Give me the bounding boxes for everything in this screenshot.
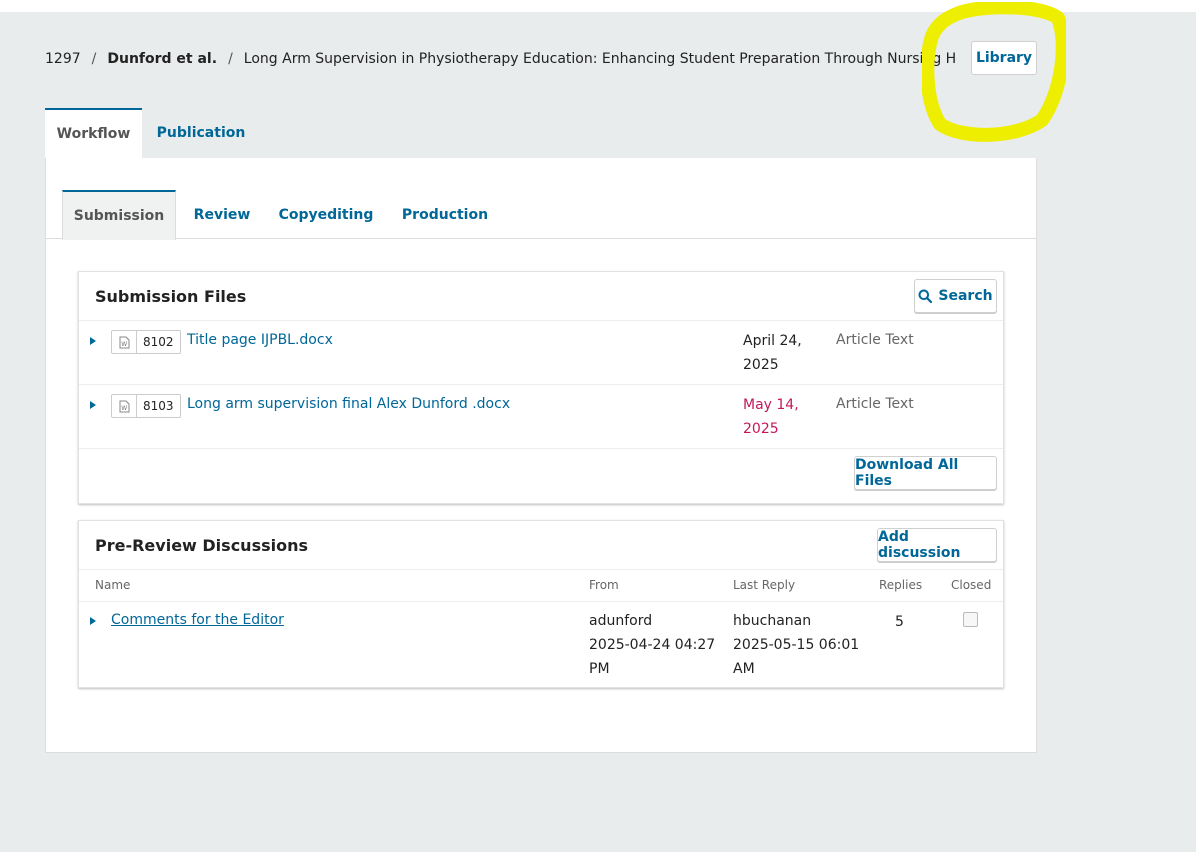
tab-review[interactable]: Review (186, 190, 258, 239)
file-id: 8103 (143, 399, 174, 413)
expand-icon[interactable] (90, 337, 96, 345)
search-icon (918, 289, 933, 303)
file-type: Article Text (836, 332, 914, 348)
from-user: adunford (589, 613, 653, 629)
expand-icon[interactable] (90, 617, 96, 625)
closed-checkbox[interactable] (963, 612, 978, 627)
breadcrumb-separator: / (91, 51, 97, 67)
discussions-title: Pre-Review Discussions (95, 536, 308, 555)
file-date-line: 2025 (743, 357, 779, 373)
download-all-files-button[interactable]: Download All Files (854, 456, 997, 490)
word-document-icon: W (112, 331, 137, 353)
divider (79, 384, 1003, 385)
discussion-replies-count: 5 (895, 614, 904, 630)
breadcrumb-separator: / (228, 51, 233, 67)
file-type: Article Text (836, 396, 914, 412)
stage-tabs: Submission Review Copyediting Production (46, 158, 1036, 240)
svg-text:W: W (121, 405, 127, 412)
column-header-last-reply: Last Reply (733, 578, 796, 592)
reply-date: 2025-05-15 06:01 (733, 637, 860, 653)
column-header-closed: Closed (951, 578, 992, 592)
workflow-panel: Submission Review Copyediting Production… (45, 158, 1037, 753)
divider (79, 569, 1003, 570)
file-name-link[interactable]: Title page IJPBL.docx (187, 332, 333, 348)
submission-title: Long Arm Supervision in Physiotherapy Ed… (243, 51, 957, 67)
reply-date: AM (733, 661, 755, 677)
submission-files-title: Submission Files (95, 287, 247, 306)
breadcrumb: 1297 / Dunford et al. / Long Arm Supervi… (45, 47, 957, 71)
file-id: 8102 (143, 335, 174, 349)
divider (79, 320, 1003, 321)
file-name-link[interactable]: Long arm supervision final Alex Dunford … (187, 396, 510, 412)
from-date: 2025-04-24 04:27 (589, 637, 716, 653)
file-date-line: May 14, (743, 397, 799, 413)
add-discussion-button[interactable]: Add discussion (877, 528, 997, 562)
file-id-badge: W 8103 (111, 394, 181, 418)
file-date: April 24, 2025 (743, 329, 813, 377)
search-button[interactable]: Search (914, 279, 997, 313)
pre-review-discussions-card: Pre-Review Discussions Add discussion Na… (78, 520, 1004, 688)
word-document-icon: W (112, 395, 137, 417)
file-date-line: April 24, (743, 333, 802, 349)
discussion-link[interactable]: Comments for the Editor (111, 612, 284, 628)
column-header-name: Name (95, 578, 131, 592)
tab-submission[interactable]: Submission (62, 190, 176, 240)
submission-id: 1297 (45, 51, 81, 67)
from-date: PM (589, 661, 610, 677)
discussion-from: adunford 2025-04-24 04:27 PM (589, 609, 719, 681)
search-label: Search (938, 288, 993, 304)
library-button[interactable]: Library (971, 41, 1037, 75)
column-header-from: From (589, 578, 619, 592)
column-header-replies: Replies (879, 578, 923, 592)
discussion-last-reply: hbuchanan 2025-05-15 06:01 AM (733, 609, 863, 681)
submission-files-card: Submission Files Search W 8102 Title pag… (78, 271, 1004, 504)
tab-production[interactable]: Production (396, 190, 494, 239)
svg-text:W: W (121, 341, 127, 348)
tab-publication[interactable]: Publication (150, 108, 252, 158)
divider (79, 601, 1003, 602)
divider (79, 448, 1003, 449)
expand-icon[interactable] (90, 401, 96, 409)
submission-authors: Dunford et al. (107, 51, 218, 67)
file-date: May 14, 2025 (743, 393, 813, 441)
tab-copyediting[interactable]: Copyediting (274, 190, 378, 239)
reply-user: hbuchanan (733, 613, 812, 629)
file-date-line: 2025 (743, 421, 779, 437)
file-id-badge: W 8102 (111, 330, 181, 354)
tab-workflow[interactable]: Workflow (45, 108, 142, 158)
